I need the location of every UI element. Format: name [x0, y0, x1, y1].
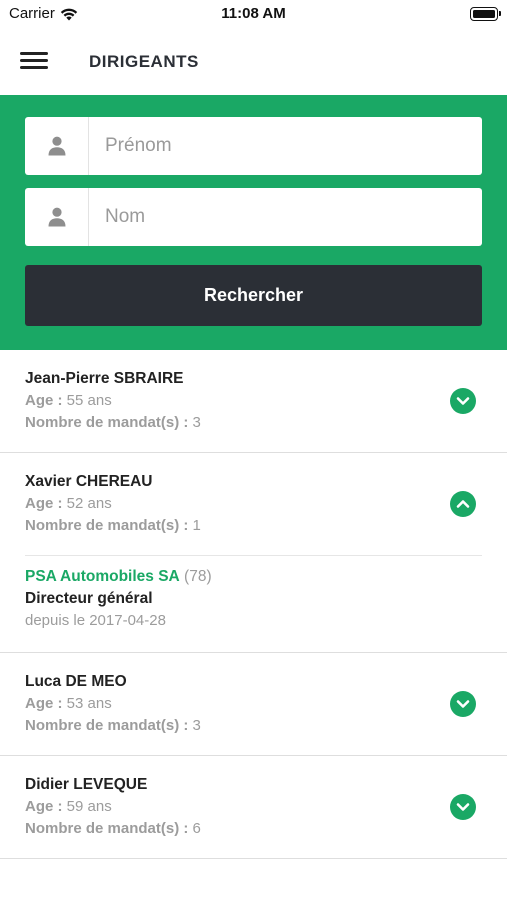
last-name-field	[25, 188, 482, 246]
chevron-down-icon[interactable]	[450, 794, 476, 820]
person-icon	[25, 188, 89, 246]
list-item: Xavier CHEREAU Age : 52 ans Nombre de ma…	[0, 453, 507, 653]
age-value: 59 ans	[66, 798, 112, 815]
mandates-value: 3	[192, 717, 201, 734]
mandates-label: Nombre de mandat(s) :	[25, 414, 189, 431]
search-panel: Rechercher	[0, 95, 507, 350]
battery-icon	[470, 7, 501, 21]
executive-name: Xavier CHEREAU	[25, 473, 153, 490]
first-name-input[interactable]	[89, 118, 479, 174]
mandate-company-line: PSA Automobiles SA (78)	[25, 566, 482, 588]
executive-row[interactable]: Didier LEVEQUE Age : 59 ans Nombre de ma…	[0, 756, 507, 858]
mandates-label: Nombre de mandat(s) :	[25, 820, 189, 837]
mandates-value: 6	[192, 820, 201, 837]
chevron-up-icon[interactable]	[450, 491, 476, 517]
age-value: 52 ans	[66, 495, 112, 512]
age-value: 55 ans	[66, 392, 112, 409]
status-bar: Carrier 11:08 AM	[0, 0, 507, 30]
executives-list: Jean-Pierre SBRAIRE Age : 55 ans Nombre …	[0, 350, 507, 859]
executive-age: Age : 55 ans	[25, 390, 482, 412]
person-icon	[25, 117, 89, 175]
executive-mandate-count: Nombre de mandat(s) : 3	[25, 715, 482, 737]
page-title: DIRIGEANTS	[89, 52, 199, 71]
age-label: Age :	[25, 798, 63, 815]
age-value: 53 ans	[66, 695, 112, 712]
executive-name: Jean-Pierre SBRAIRE	[25, 370, 184, 387]
executive-row[interactable]: Luca DE MEO Age : 53 ans Nombre de manda…	[0, 653, 507, 755]
list-item: Didier LEVEQUE Age : 59 ans Nombre de ma…	[0, 756, 507, 859]
last-name-input[interactable]	[89, 189, 479, 245]
executive-age: Age : 53 ans	[25, 693, 482, 715]
mandates-value: 3	[192, 414, 201, 431]
search-button[interactable]: Rechercher	[25, 265, 482, 326]
list-item: Jean-Pierre SBRAIRE Age : 55 ans Nombre …	[0, 350, 507, 453]
age-label: Age :	[25, 392, 63, 409]
age-label: Age :	[25, 495, 63, 512]
executive-name: Luca DE MEO	[25, 673, 127, 690]
clock: 11:08 AM	[221, 5, 286, 22]
list-item: Luca DE MEO Age : 53 ans Nombre de manda…	[0, 653, 507, 756]
executive-name: Didier LEVEQUE	[25, 776, 148, 793]
chevron-down-icon[interactable]	[450, 388, 476, 414]
executive-row[interactable]: Xavier CHEREAU Age : 52 ans Nombre de ma…	[0, 453, 507, 555]
navigation-bar: DIRIGEANTS	[0, 30, 507, 95]
age-label: Age :	[25, 695, 63, 712]
executive-row[interactable]: Jean-Pierre SBRAIRE Age : 55 ans Nombre …	[0, 350, 507, 452]
chevron-down-icon[interactable]	[450, 691, 476, 717]
mandates-value: 1	[192, 517, 201, 534]
mandates-label: Nombre de mandat(s) :	[25, 517, 189, 534]
hamburger-menu-icon[interactable]	[20, 50, 50, 72]
executive-mandate-count: Nombre de mandat(s) : 3	[25, 412, 482, 434]
executive-mandate-count: Nombre de mandat(s) : 1	[25, 515, 482, 537]
mandate-detail: PSA Automobiles SA (78) Directeur généra…	[25, 555, 482, 652]
executive-mandate-count: Nombre de mandat(s) : 6	[25, 818, 482, 840]
company-link[interactable]: PSA Automobiles SA	[25, 568, 180, 585]
mandate-role: Directeur général	[25, 590, 153, 607]
mandate-since: depuis le 2017-04-28	[25, 612, 166, 629]
mandates-label: Nombre de mandat(s) :	[25, 717, 189, 734]
executive-age: Age : 59 ans	[25, 796, 482, 818]
first-name-field	[25, 117, 482, 175]
executive-age: Age : 52 ans	[25, 493, 482, 515]
company-count: (78)	[184, 568, 212, 585]
